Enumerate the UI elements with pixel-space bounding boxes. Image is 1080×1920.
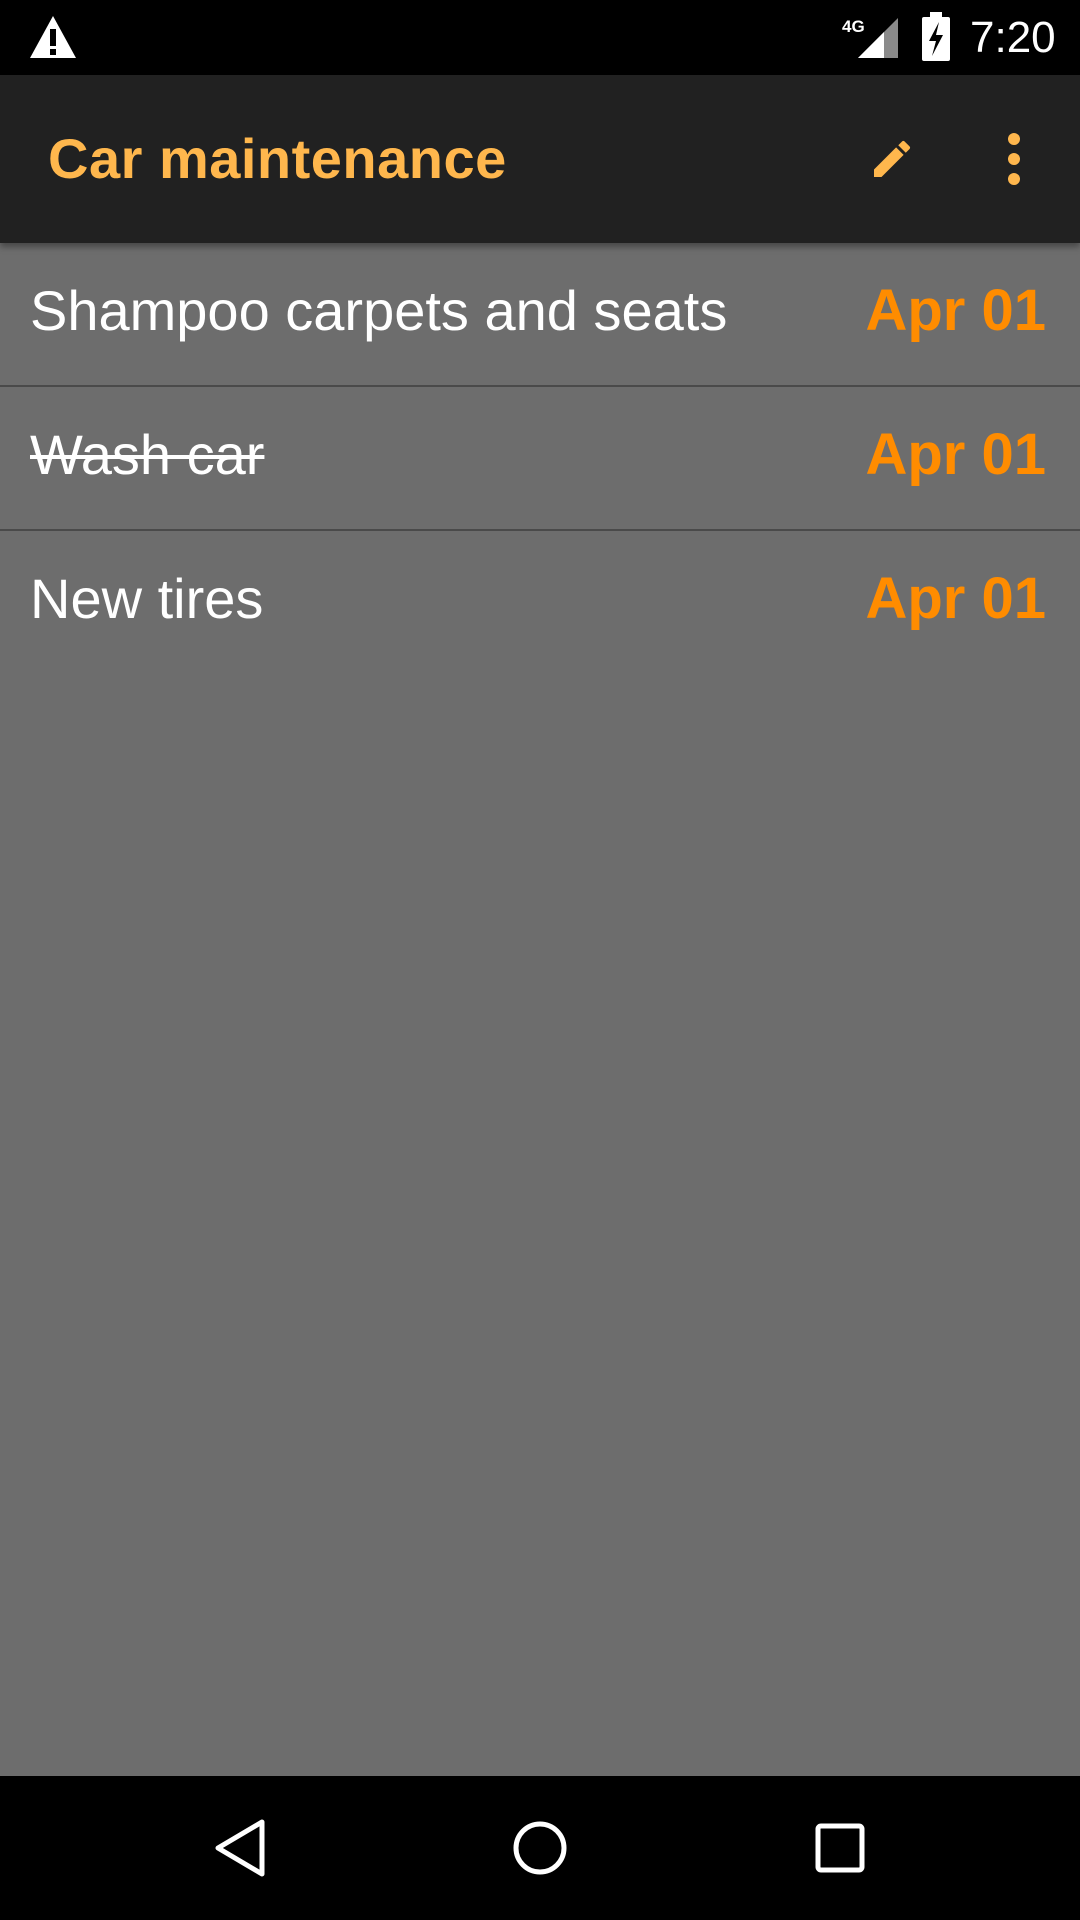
status-time: 7:20 — [970, 13, 1056, 62]
signal-4g-icon: 4G — [842, 17, 898, 58]
battery-charging-icon — [922, 12, 950, 61]
recents-button[interactable] — [800, 1808, 880, 1888]
network-type-label: 4G — [842, 17, 865, 36]
task-title: Shampoo carpets and seats — [30, 279, 728, 342]
task-date: Apr 01 — [865, 278, 1046, 343]
navigation-bar — [0, 1776, 1080, 1920]
home-icon — [513, 1821, 567, 1875]
warning-icon — [30, 16, 76, 58]
status-bar: 4G 7:20 — [0, 0, 1080, 75]
list-item[interactable]: Wash car Apr 01 — [0, 387, 1080, 531]
task-date: Apr 01 — [865, 566, 1046, 631]
app-bar: Car maintenance — [0, 75, 1080, 243]
task-list: Shampoo carpets and seats Apr 01 Wash ca… — [0, 243, 1080, 673]
back-icon — [215, 1819, 265, 1877]
task-title: New tires — [30, 567, 264, 630]
recents-icon — [815, 1823, 865, 1873]
list-item[interactable]: Shampoo carpets and seats Apr 01 — [0, 243, 1080, 387]
edit-button[interactable] — [852, 119, 932, 199]
task-date: Apr 01 — [865, 422, 1046, 487]
back-button[interactable] — [200, 1808, 280, 1888]
page-title: Car maintenance — [48, 127, 507, 190]
list-item[interactable]: New tires Apr 01 — [0, 531, 1080, 673]
overflow-menu-icon — [1008, 133, 1020, 185]
edit-icon — [874, 140, 911, 177]
screen: 4G 7:20 Car maintenance Shampoo carpets … — [0, 0, 1080, 1920]
task-title-completed: Wash car — [30, 423, 265, 486]
overflow-menu-button[interactable] — [974, 119, 1054, 199]
home-button[interactable] — [500, 1808, 580, 1888]
